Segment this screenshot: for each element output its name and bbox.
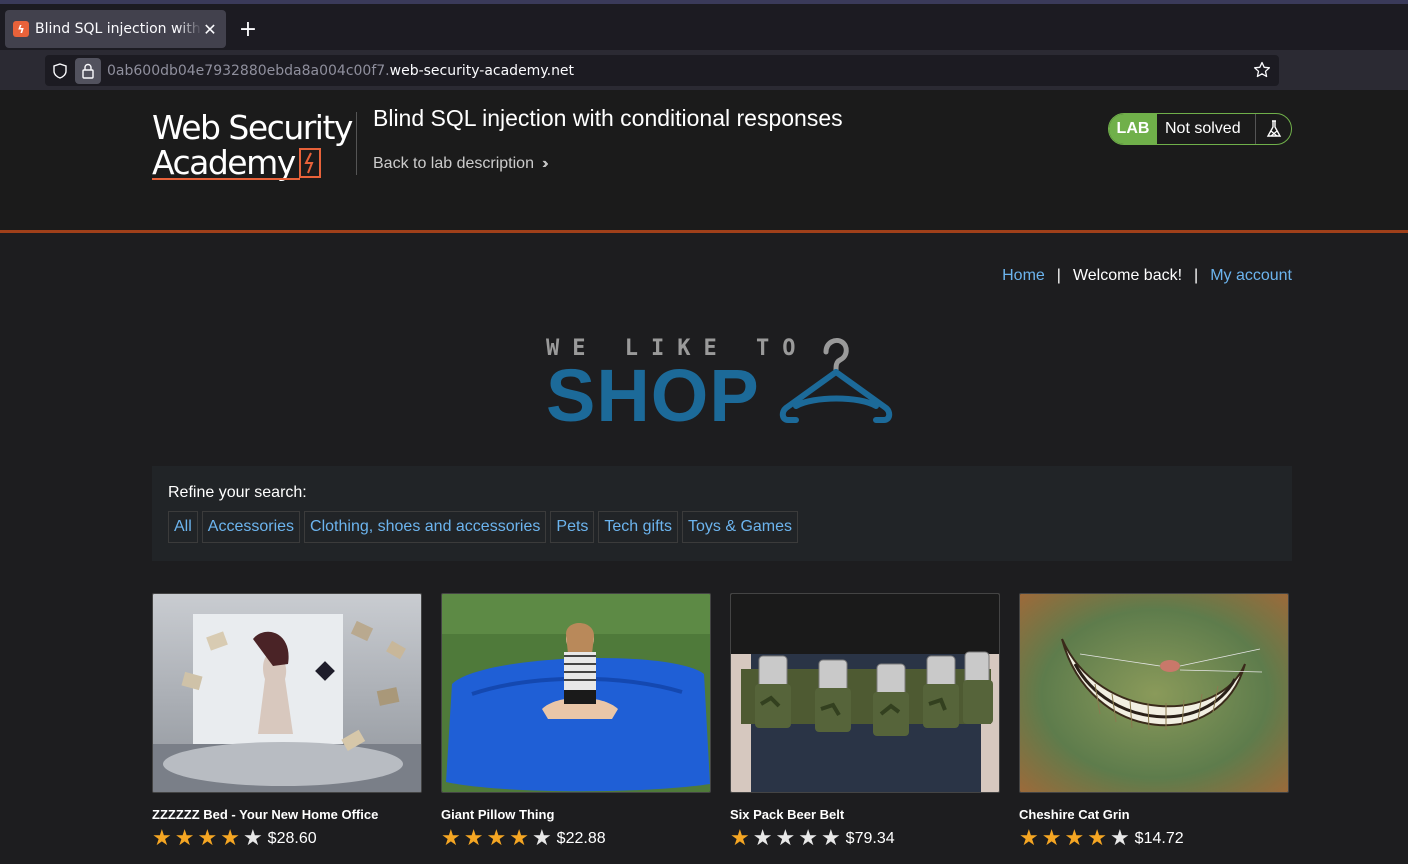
category-list: All Accessories Clothing, shoes and acce…: [168, 511, 1276, 543]
browser-tab[interactable]: ϟ Blind SQL injection with conditional r…: [5, 10, 226, 48]
star-icon: ★: [174, 826, 195, 851]
double-chevron-right-icon: ››: [541, 155, 548, 172]
star-icon: ★: [242, 826, 263, 851]
category-pets[interactable]: Pets: [550, 511, 595, 543]
url-text[interactable]: 0ab600db04e7932880ebda8a004c00f7.web-sec…: [107, 63, 574, 79]
star-icon: ★: [820, 826, 841, 851]
star-icon: ★: [798, 826, 818, 851]
filter-label: Refine your search:: [168, 484, 307, 501]
lock-icon[interactable]: [75, 57, 101, 84]
lab-status-widget: LAB Not solved: [1108, 113, 1292, 145]
back-to-lab-description-link[interactable]: Back to lab description ››: [373, 155, 548, 173]
lab-badge: LAB: [1109, 114, 1157, 144]
url-bar[interactable]: 0ab600db04e7932880ebda8a004c00f7.web-sec…: [45, 55, 1279, 86]
star-icon: ★: [152, 826, 172, 851]
category-all[interactable]: All: [168, 511, 198, 543]
star-icon: ★: [197, 826, 218, 851]
back-link-label: Back to lab description: [373, 155, 534, 172]
star-icon: ★: [1019, 826, 1039, 851]
logo-underline: [152, 178, 300, 180]
top-navigation: Home | Welcome back! | My account: [1002, 267, 1292, 285]
page-content: Web Security Academy Blind SQL injection…: [0, 90, 1408, 864]
bookmark-star-icon[interactable]: [1253, 61, 1271, 79]
nav-my-account-link[interactable]: My account: [1210, 267, 1292, 285]
category-tech-gifts[interactable]: Tech gifts: [598, 511, 678, 543]
star-icon: ★: [463, 826, 484, 851]
new-tab-button[interactable]: +: [236, 16, 260, 44]
product-name[interactable]: Giant Pillow Thing: [441, 807, 711, 822]
category-toys-games[interactable]: Toys & Games: [682, 511, 799, 543]
star-icon: ★: [730, 826, 750, 851]
product-price: $79.34: [845, 830, 895, 847]
portswigger-favicon-icon: ϟ: [13, 21, 29, 37]
product-rating: ★ ★ ★ ★ ★ $14.72: [1019, 828, 1289, 850]
lab-status-text: Not solved: [1165, 120, 1241, 137]
star-icon: ★: [531, 826, 552, 851]
close-tab-icon[interactable]: ✕: [202, 20, 218, 39]
logo-line1: Web Security: [152, 108, 353, 147]
product-rating: ★ ★ ★ ★ ★ $28.60: [152, 828, 422, 850]
product-rating: ★ ★ ★ ★ ★ $22.88: [441, 828, 711, 850]
star-icon: ★: [486, 826, 507, 851]
browser-nav-bar: 0ab600db04e7932880ebda8a004c00f7.web-sec…: [0, 50, 1408, 90]
nav-separator: |: [1194, 267, 1199, 284]
star-icon: ★: [509, 826, 529, 851]
web-security-academy-logo[interactable]: Web Security Academy: [152, 108, 353, 182]
product-price: $22.88: [556, 830, 606, 847]
lab-title: Blind SQL injection with conditional res…: [373, 105, 843, 131]
welcome-text: Welcome back!: [1072, 267, 1183, 284]
we-like-to-shop-logo: WE LIKE TO SHOP: [546, 336, 906, 436]
header-divider: [356, 112, 357, 175]
lab-header: Web Security Academy Blind SQL injection…: [0, 90, 1408, 233]
star-icon: ★: [441, 826, 461, 851]
product-price: $28.60: [267, 830, 317, 847]
product-image[interactable]: [152, 593, 422, 793]
product-card[interactable]: Six Pack Beer Belt ★ ★ ★ ★ ★ $79.34: [730, 593, 1000, 850]
star-icon: ★: [752, 826, 773, 851]
nav-separator: |: [1056, 267, 1061, 284]
nav-home-link[interactable]: Home: [1002, 267, 1045, 285]
product-image[interactable]: [441, 593, 711, 793]
star-icon: ★: [1109, 826, 1130, 851]
tracking-protection-shield-icon[interactable]: [45, 55, 75, 86]
product-name[interactable]: Six Pack Beer Belt: [730, 807, 1000, 822]
product-name[interactable]: Cheshire Cat Grin: [1019, 807, 1289, 822]
product-card[interactable]: ZZZZZZ Bed - Your New Home Office ★ ★ ★ …: [152, 593, 422, 850]
product-price: $14.72: [1134, 830, 1184, 847]
product-name[interactable]: ZZZZZZ Bed - Your New Home Office: [152, 807, 422, 822]
browser-tab-bar: ϟ Blind SQL injection with conditional r…: [0, 0, 1408, 50]
tab-title: Blind SQL injection with conditional res…: [35, 21, 202, 37]
star-icon: ★: [1041, 826, 1062, 851]
star-icon: ★: [220, 826, 240, 851]
star-icon: ★: [1087, 826, 1107, 851]
logo-line2: Academy: [152, 143, 296, 182]
flask-icon: [1255, 114, 1291, 144]
product-card[interactable]: Cheshire Cat Grin ★ ★ ★ ★ ★ $14.72: [1019, 593, 1289, 850]
product-card[interactable]: Giant Pillow Thing ★ ★ ★ ★ ★ $22.88: [441, 593, 711, 850]
category-accessories[interactable]: Accessories: [201, 511, 301, 543]
logo-bolt-icon: [298, 148, 321, 178]
search-filter-panel: Refine your search: All Accessories Clot…: [152, 466, 1292, 561]
product-rating: ★ ★ ★ ★ ★ $79.34: [730, 828, 1000, 850]
category-clothing[interactable]: Clothing, shoes and accessories: [304, 511, 547, 543]
star-icon: ★: [1064, 826, 1085, 851]
coat-hanger-icon: [779, 337, 893, 423]
product-image[interactable]: [1019, 593, 1289, 793]
star-icon: ★: [775, 826, 796, 851]
product-image[interactable]: [730, 593, 1000, 793]
product-grid: ZZZZZZ Bed - Your New Home Office ★ ★ ★ …: [152, 593, 1292, 850]
